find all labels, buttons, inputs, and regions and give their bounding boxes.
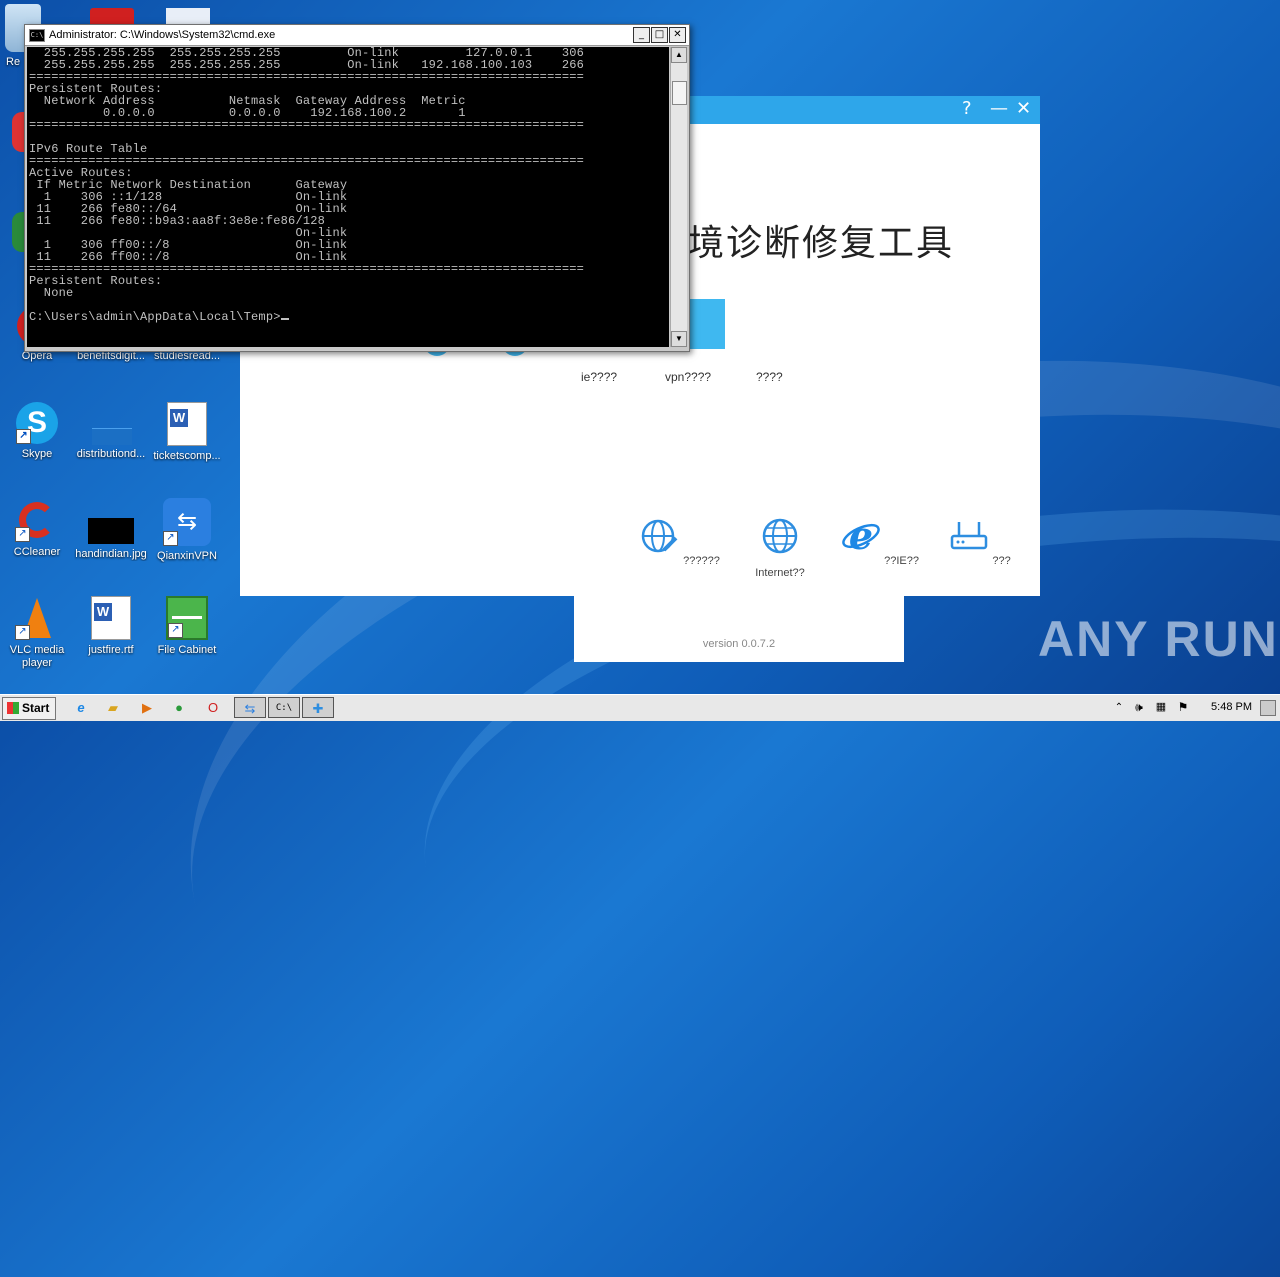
svg-text:e: e	[849, 516, 873, 556]
shortcut-arrow-icon: ↗	[16, 429, 31, 444]
tool-item-label: ??IE??	[884, 555, 919, 567]
tool-item-router[interactable]: ???	[940, 516, 1020, 567]
text-cursor	[280, 318, 289, 320]
router-icon	[951, 522, 988, 550]
desktop-icon-ccleaner[interactable]: ↗ CCleaner	[0, 498, 74, 559]
show-desktop-button[interactable]	[1260, 700, 1276, 716]
version-label: version 0.0.7.2	[702, 638, 776, 650]
console-output: 255.255.255.255 255.255.255.255 On-link …	[27, 47, 669, 323]
web-edit-icon	[641, 519, 678, 553]
close-button[interactable]: ✕	[669, 27, 686, 43]
repair-tool-footer: version 0.0.7.2	[574, 590, 904, 662]
close-button[interactable]: ✕	[1016, 99, 1031, 119]
scroll-up-button[interactable]: ▲	[671, 47, 687, 63]
cmd-title: Administrator: C:\Windows\System32\cmd.e…	[49, 29, 276, 41]
minimize-button[interactable]: _	[633, 27, 650, 43]
action-center-flag-icon[interactable]: ⚑	[1170, 697, 1196, 718]
option-vpn[interactable]: vpn????	[665, 370, 711, 384]
explorer-taskbar-icon[interactable]: ▰	[100, 697, 126, 718]
cmd-console[interactable]: 255.255.255.255 255.255.255.255 On-link …	[27, 47, 669, 347]
tool-taskbar-button[interactable]: ✚	[302, 697, 334, 718]
console-line: None	[29, 286, 74, 300]
chrome-taskbar-icon[interactable]: ●	[166, 697, 192, 718]
desktop-icon-handindian[interactable]: handindian.jpg	[74, 498, 148, 561]
taskbar: Start e ▰ ▶ ● O ⇆ C:\ ✚ ⌃ 🕪 ▦ ⚑ 5:48 PM	[0, 694, 1280, 721]
word-doc-icon: W	[91, 596, 131, 640]
skype-icon: S ↗	[16, 402, 58, 444]
anyrun-watermark: ANY RUN	[1038, 611, 1279, 667]
tool-item-internet[interactable]: Internet??	[740, 516, 820, 579]
vertical-scrollbar[interactable]: ▲ ▼	[670, 47, 687, 347]
ccleaner-icon: ↗	[15, 498, 59, 542]
tool-item-label: ???	[992, 555, 1011, 567]
tool-item-ie[interactable]: e ??IE??	[840, 513, 920, 567]
word-doc-icon: W	[167, 402, 207, 446]
help-button[interactable]: ?	[962, 99, 972, 119]
tool-item-label: Internet??	[755, 567, 805, 579]
desktop-icon-file-cabinet[interactable]: ↗ File Cabinet	[150, 596, 224, 657]
shortcut-arrow-icon: ↗	[168, 623, 183, 638]
file-cabinet-icon: ↗	[166, 596, 208, 640]
tool-item-label: ??????	[683, 555, 720, 567]
shortcut-arrow-icon: ↗	[163, 531, 178, 546]
scroll-down-button[interactable]: ▼	[671, 331, 687, 347]
vpn-taskbar-button[interactable]: ⇆	[234, 697, 266, 718]
cmd-titlebar[interactable]: C:\ Administrator: C:\Windows\System32\c…	[25, 25, 689, 46]
media-player-taskbar-icon[interactable]: ▶	[134, 697, 160, 718]
desktop-icon-qianxinvpn[interactable]: ⇆ ↗ QianxinVPN	[150, 498, 224, 563]
desktop-icon-distributiond[interactable]: distributiond...	[74, 402, 148, 461]
vpn-icon: ⇆ ↗	[163, 498, 211, 546]
console-line: C:\Users\admin\AppData\Local\Temp>	[29, 310, 281, 324]
minimize-button[interactable]: —	[990, 99, 1008, 119]
start-diagnose-button[interactable]	[688, 299, 725, 349]
cmd-window: C:\ Administrator: C:\Windows\System32\c…	[24, 24, 690, 352]
folder-icon	[88, 402, 134, 445]
image-file-icon	[88, 518, 134, 544]
opera-taskbar-icon[interactable]: O	[200, 697, 226, 718]
desktop-icon-skype[interactable]: S ↗ Skype	[0, 402, 74, 461]
windows-logo-icon	[7, 702, 19, 714]
maximize-button[interactable]: □	[651, 27, 668, 43]
start-button[interactable]: Start	[2, 697, 56, 720]
option-other[interactable]: ????	[756, 370, 783, 384]
taskbar-clock[interactable]: 5:48 PM	[1211, 701, 1252, 713]
ie-icon: e	[842, 513, 880, 558]
cmd-app-icon: C:\	[29, 28, 45, 42]
console-line: ========================================…	[29, 118, 585, 132]
desktop-icon-justfire[interactable]: W justfire.rtf	[74, 596, 148, 657]
desktop-icon-ticketscomp[interactable]: W ticketscomp...	[150, 402, 224, 463]
scroll-thumb[interactable]	[672, 81, 687, 105]
tool-title: 境诊断修复工具	[688, 223, 955, 264]
shortcut-arrow-icon: ↗	[15, 527, 30, 542]
option-ie[interactable]: ie????	[581, 370, 617, 384]
desktop-icon-vlc[interactable]: ↗ VLC media player	[0, 596, 74, 670]
tool-item-web-repair[interactable]: ??????	[640, 516, 720, 567]
shortcut-arrow-icon: ↗	[15, 625, 30, 640]
globe-icon	[762, 518, 798, 554]
ie-taskbar-icon[interactable]: e	[68, 697, 94, 718]
cmd-taskbar-button[interactable]: C:\	[268, 697, 300, 718]
vlc-icon: ↗	[15, 596, 59, 640]
